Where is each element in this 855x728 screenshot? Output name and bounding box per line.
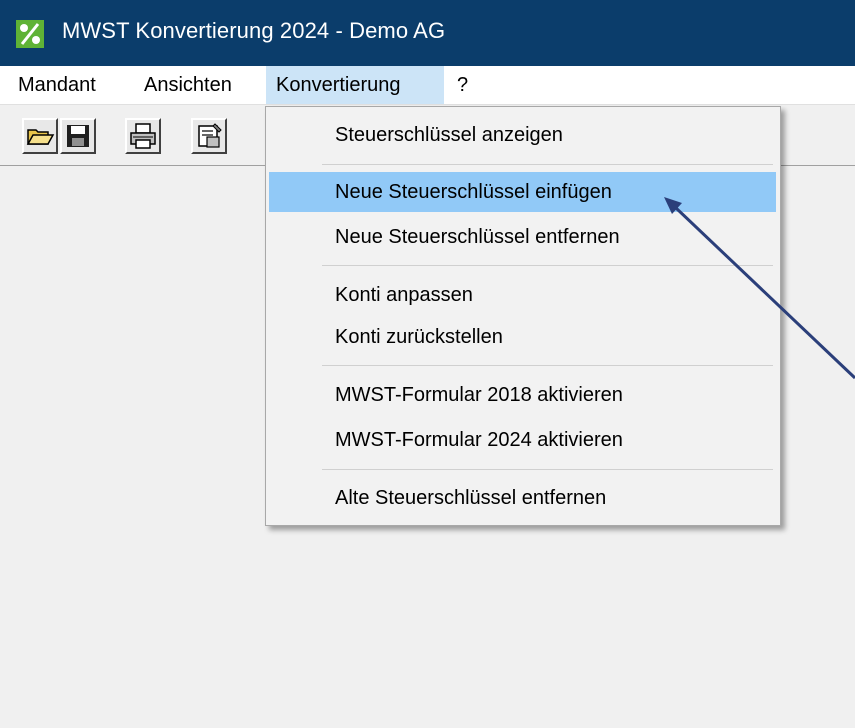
menu-konvertierung[interactable]: Konvertierung (266, 66, 444, 104)
properties-icon[interactable] (191, 118, 227, 154)
menu-item-alte-steuerschluessel-entfernen[interactable]: Alte Steuerschlüssel entfernen (269, 478, 776, 518)
menu-item-mwst-formular-2018[interactable]: MWST-Formular 2018 aktivieren (269, 375, 776, 415)
menu-separator (322, 469, 773, 470)
title-bar: MWST Konvertierung 2024 - Demo AG (0, 0, 855, 66)
menu-separator (322, 164, 773, 165)
menu-item-steuerschluessel-anzeigen[interactable]: Steuerschlüssel anzeigen (269, 115, 776, 155)
app-percent-icon (16, 20, 44, 48)
menu-mandant[interactable]: Mandant (8, 66, 106, 104)
window-title: MWST Konvertierung 2024 - Demo AG (62, 18, 446, 43)
konvertierung-dropdown-menu: Steuerschlüssel anzeigen Neue Steuerschl… (265, 106, 781, 526)
menu-item-konti-zurueckstellen[interactable]: Konti zurückstellen (269, 317, 776, 357)
menu-item-neue-steuerschluessel-entfernen[interactable]: Neue Steuerschlüssel entfernen (269, 217, 776, 257)
menu-item-mwst-formular-2024[interactable]: MWST-Formular 2024 aktivieren (269, 420, 776, 460)
menu-item-konti-anpassen[interactable]: Konti anpassen (269, 275, 776, 315)
print-icon[interactable] (125, 118, 161, 154)
menu-item-neue-steuerschluessel-einfuegen[interactable]: Neue Steuerschlüssel einfügen (269, 172, 776, 212)
menu-ansichten[interactable]: Ansichten (134, 66, 242, 104)
save-icon[interactable] (60, 118, 96, 154)
open-folder-icon[interactable] (22, 118, 58, 154)
menu-help[interactable]: ? (447, 66, 478, 104)
menu-separator (322, 265, 773, 266)
menu-separator (322, 365, 773, 366)
menu-bar: Mandant Ansichten Konvertierung ? (0, 66, 855, 105)
